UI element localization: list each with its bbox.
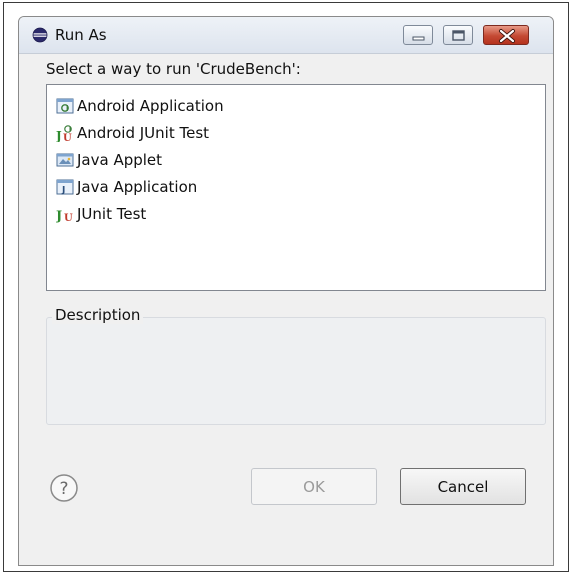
minimize-button[interactable] — [403, 25, 433, 45]
svg-text:J: J — [61, 186, 65, 196]
run-as-icon — [32, 27, 48, 43]
list-item-label: Java Applet — [77, 151, 163, 169]
list-item-label: JUnit Test — [77, 205, 147, 223]
svg-text:U: U — [64, 213, 73, 223]
close-icon — [499, 29, 515, 43]
title-bar[interactable]: Run As — [19, 17, 553, 54]
android-junit-test-icon: J U — [56, 125, 72, 142]
java-applet-icon — [56, 153, 74, 167]
junit-test-icon: J U — [56, 209, 73, 223]
maximize-icon — [452, 30, 465, 41]
close-button[interactable] — [483, 25, 529, 45]
svg-text:J: J — [56, 129, 62, 142]
help-icon[interactable]: ? — [49, 473, 79, 503]
list-item-java-applet[interactable]: Java Applet — [56, 149, 162, 171]
run-as-dialog: Run As Select a way to run 'CrudeBench': — [18, 16, 554, 566]
list-item-label: Android JUnit Test — [77, 124, 210, 142]
description-label: Description — [52, 306, 144, 324]
list-item-android-junit-test[interactable]: J U Android JUnit Test — [56, 122, 209, 144]
list-item-android-application[interactable]: Android Application — [56, 95, 224, 117]
svg-text:J: J — [56, 209, 62, 223]
java-application-icon: J — [56, 179, 74, 196]
ok-button[interactable]: OK — [251, 468, 377, 505]
launch-options-list[interactable]: Android Application J U Android JUnit Te… — [46, 84, 546, 291]
list-item-label: Android Application — [77, 97, 224, 115]
cancel-button[interactable]: Cancel — [400, 468, 526, 505]
maximize-button[interactable] — [443, 25, 473, 45]
run-prompt: Select a way to run 'CrudeBench': — [46, 60, 301, 78]
list-item-label: Java Application — [77, 178, 198, 196]
description-panel — [46, 317, 546, 425]
android-application-icon — [56, 98, 74, 114]
minimize-icon — [412, 36, 425, 41]
list-item-junit-test[interactable]: J U JUnit Test — [56, 203, 146, 225]
list-item-java-application[interactable]: J Java Application — [56, 176, 197, 198]
window-title: Run As — [55, 26, 107, 44]
svg-text:U: U — [63, 133, 72, 142]
svg-text:?: ? — [59, 479, 68, 499]
